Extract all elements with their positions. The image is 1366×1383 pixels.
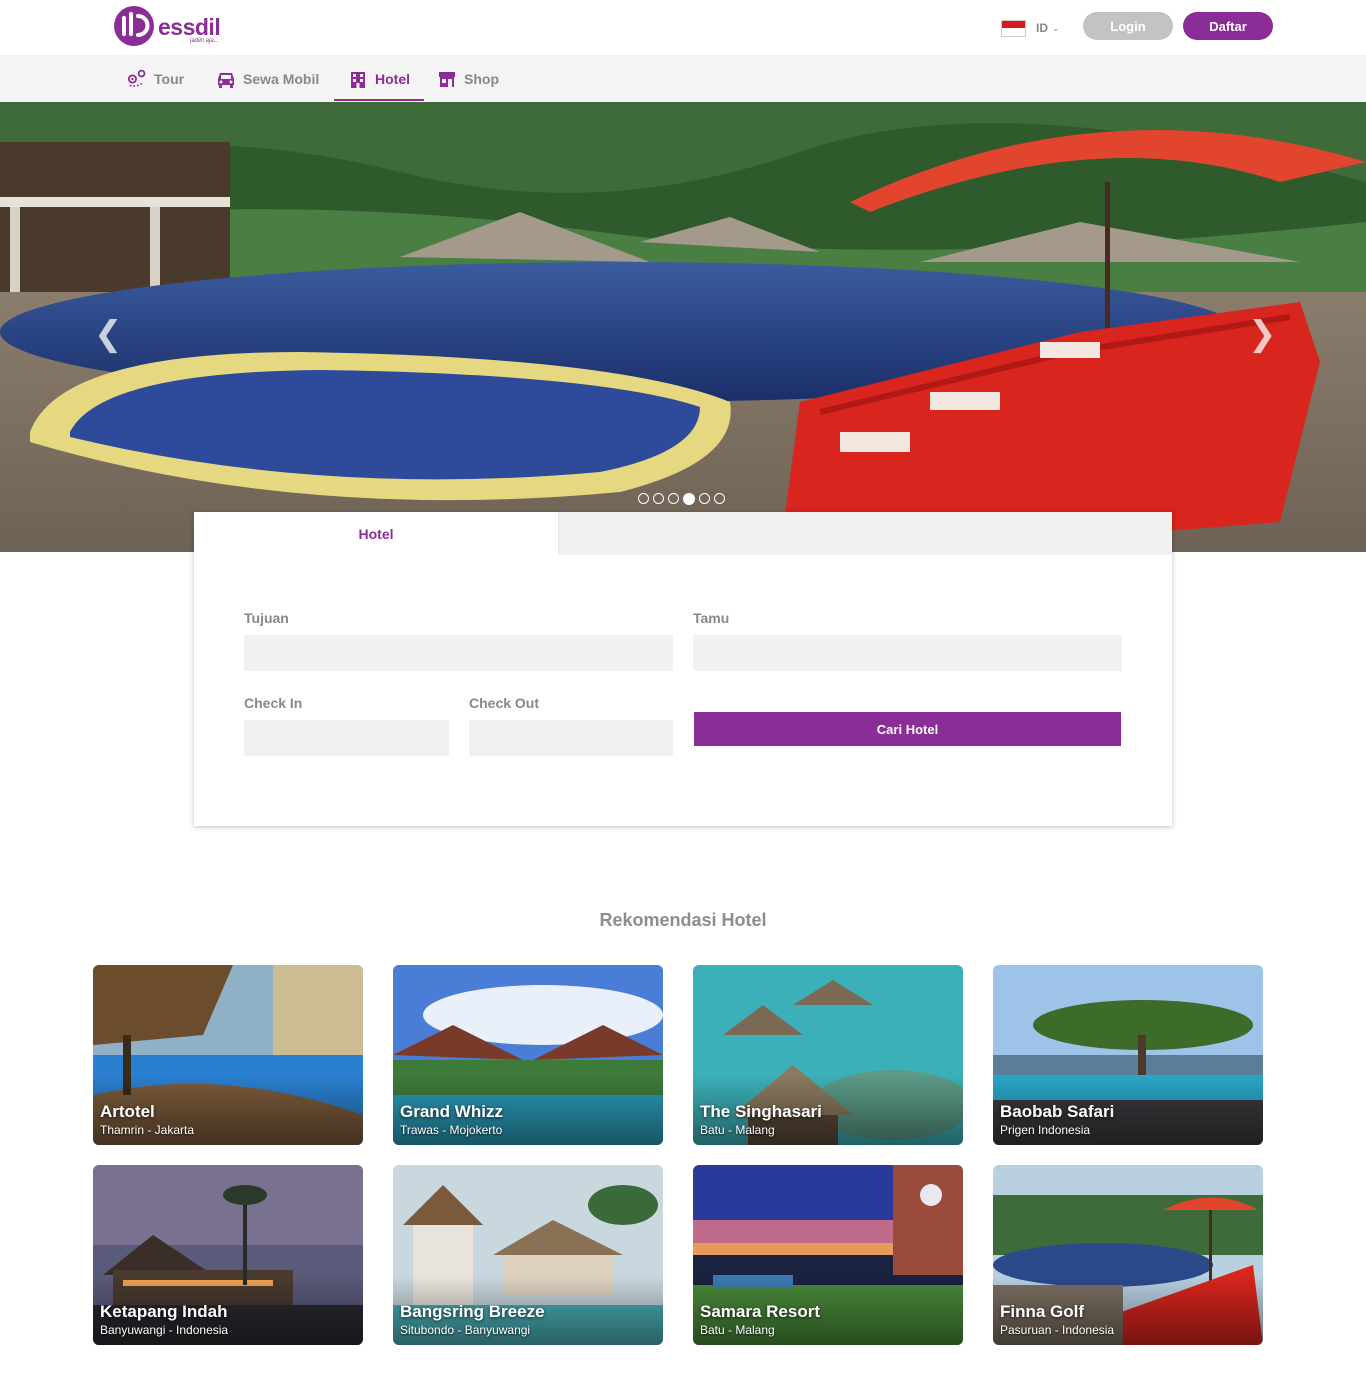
checkin-label: Check In [244, 695, 303, 711]
brand-name: essdil [158, 14, 221, 40]
store-icon [437, 69, 457, 89]
tab-hotel[interactable]: Hotel [194, 512, 559, 555]
hotel-card[interactable]: Samara Resort Batu - Malang [693, 1165, 963, 1345]
recommendations-title: Rekomendasi Hotel [599, 910, 767, 930]
hotel-name: Ketapang Indah [100, 1302, 228, 1321]
hotel-location: Prigen Indonesia [1000, 1123, 1091, 1137]
hotel-location: Pasuruan - Indonesia [1000, 1323, 1115, 1337]
language-selector[interactable]: ID ⌄ [1001, 19, 1060, 37]
carousel-dot[interactable] [653, 493, 664, 504]
nav-label-shop: Shop [464, 70, 499, 87]
hotel-card[interactable]: Grand Whizz Trawas - Mojokerto [393, 965, 663, 1145]
hotel-name: Samara Resort [700, 1302, 821, 1321]
hotel-location: Batu - Malang [700, 1323, 775, 1337]
nav-item-sewa-mobil[interactable]: Sewa Mobil [216, 55, 319, 102]
hotel-location: Trawas - Mojokerto [400, 1123, 503, 1137]
nav-label-hotel: Hotel [375, 70, 410, 87]
hotel-name: Artotel [100, 1102, 155, 1121]
indonesia-flag-icon [1001, 19, 1026, 37]
hotel-name: The Singhasari [700, 1102, 822, 1121]
language-code: ID [1036, 21, 1048, 35]
hotel-card[interactable]: Finna Golf Pasuruan - Indonesia [993, 1165, 1263, 1345]
destination-label: Tujuan [244, 610, 289, 626]
carousel-indicators [638, 493, 725, 505]
hotel-name: Grand Whizz [400, 1102, 503, 1121]
carousel-dot[interactable] [699, 493, 710, 504]
checkout-label: Check Out [469, 695, 540, 711]
car-icon [216, 69, 236, 89]
hotel-name: Bangsring Breeze [400, 1302, 545, 1321]
hotel-name: Finna Golf [1000, 1302, 1085, 1321]
hotel-location: Situbondo - Banyuwangi [400, 1323, 531, 1337]
checkout-input[interactable] [469, 720, 673, 756]
carousel-next-icon[interactable]: ❯ [1248, 314, 1277, 354]
nav-label-tour: Tour [154, 70, 185, 87]
hotel-card[interactable]: Artotel Thamrin - Jakarta [93, 965, 363, 1145]
brand-tagline: jadiin aja... [190, 38, 219, 44]
carousel-dot[interactable] [638, 493, 649, 504]
hotel-location: Batu - Malang [700, 1123, 775, 1137]
search-tabs: Hotel [194, 512, 1172, 555]
destination-input[interactable] [244, 635, 673, 671]
carousel-dot[interactable] [714, 493, 725, 504]
hotel-name: Baobab Safari [1000, 1102, 1115, 1121]
chevron-down-icon: ⌄ [1052, 22, 1060, 33]
hotel-card[interactable]: Ketapang Indah Banyuwangi - Indonesia [93, 1165, 363, 1345]
register-button[interactable]: Daftar [1183, 12, 1273, 40]
hotel-card[interactable]: Bangsring Breeze Situbondo - Banyuwangi [393, 1165, 663, 1345]
hero-image [0, 102, 1366, 552]
login-button[interactable]: Login [1083, 12, 1173, 40]
map-pin-icon [127, 69, 147, 89]
brand-logo[interactable]: essdil jadiin aja... [112, 4, 232, 48]
logo-mark [114, 6, 154, 46]
building-icon [348, 69, 368, 89]
nav-item-shop[interactable]: Shop [437, 55, 499, 102]
hotel-search-panel: Hotel Tujuan Tamu Check In Check Out Car… [194, 512, 1172, 826]
nav-item-tour[interactable]: Tour [127, 55, 184, 102]
hero-carousel: ❮ ❯ [0, 102, 1366, 552]
top-header: essdil jadiin aja... ID ⌄ Login Daftar [0, 0, 1366, 55]
carousel-dot-active[interactable] [683, 493, 695, 505]
hotel-location: Thamrin - Jakarta [100, 1123, 195, 1137]
hotel-location: Banyuwangi - Indonesia [100, 1323, 229, 1337]
hotel-card[interactable]: Baobab Safari Prigen Indonesia [993, 965, 1263, 1145]
guests-label: Tamu [693, 610, 730, 626]
hotel-card[interactable]: The Singhasari Batu - Malang [693, 965, 963, 1145]
guests-input[interactable] [693, 635, 1122, 671]
nav-label-sewa-mobil: Sewa Mobil [243, 70, 320, 87]
checkin-input[interactable] [244, 720, 449, 756]
carousel-dot[interactable] [668, 493, 679, 504]
search-hotel-button[interactable]: Cari Hotel [694, 712, 1121, 746]
nav-item-hotel[interactable]: Hotel [334, 55, 424, 102]
carousel-prev-icon[interactable]: ❮ [94, 314, 123, 354]
category-nav: Tour Sewa Mobil Hotel Shop [0, 55, 1366, 102]
